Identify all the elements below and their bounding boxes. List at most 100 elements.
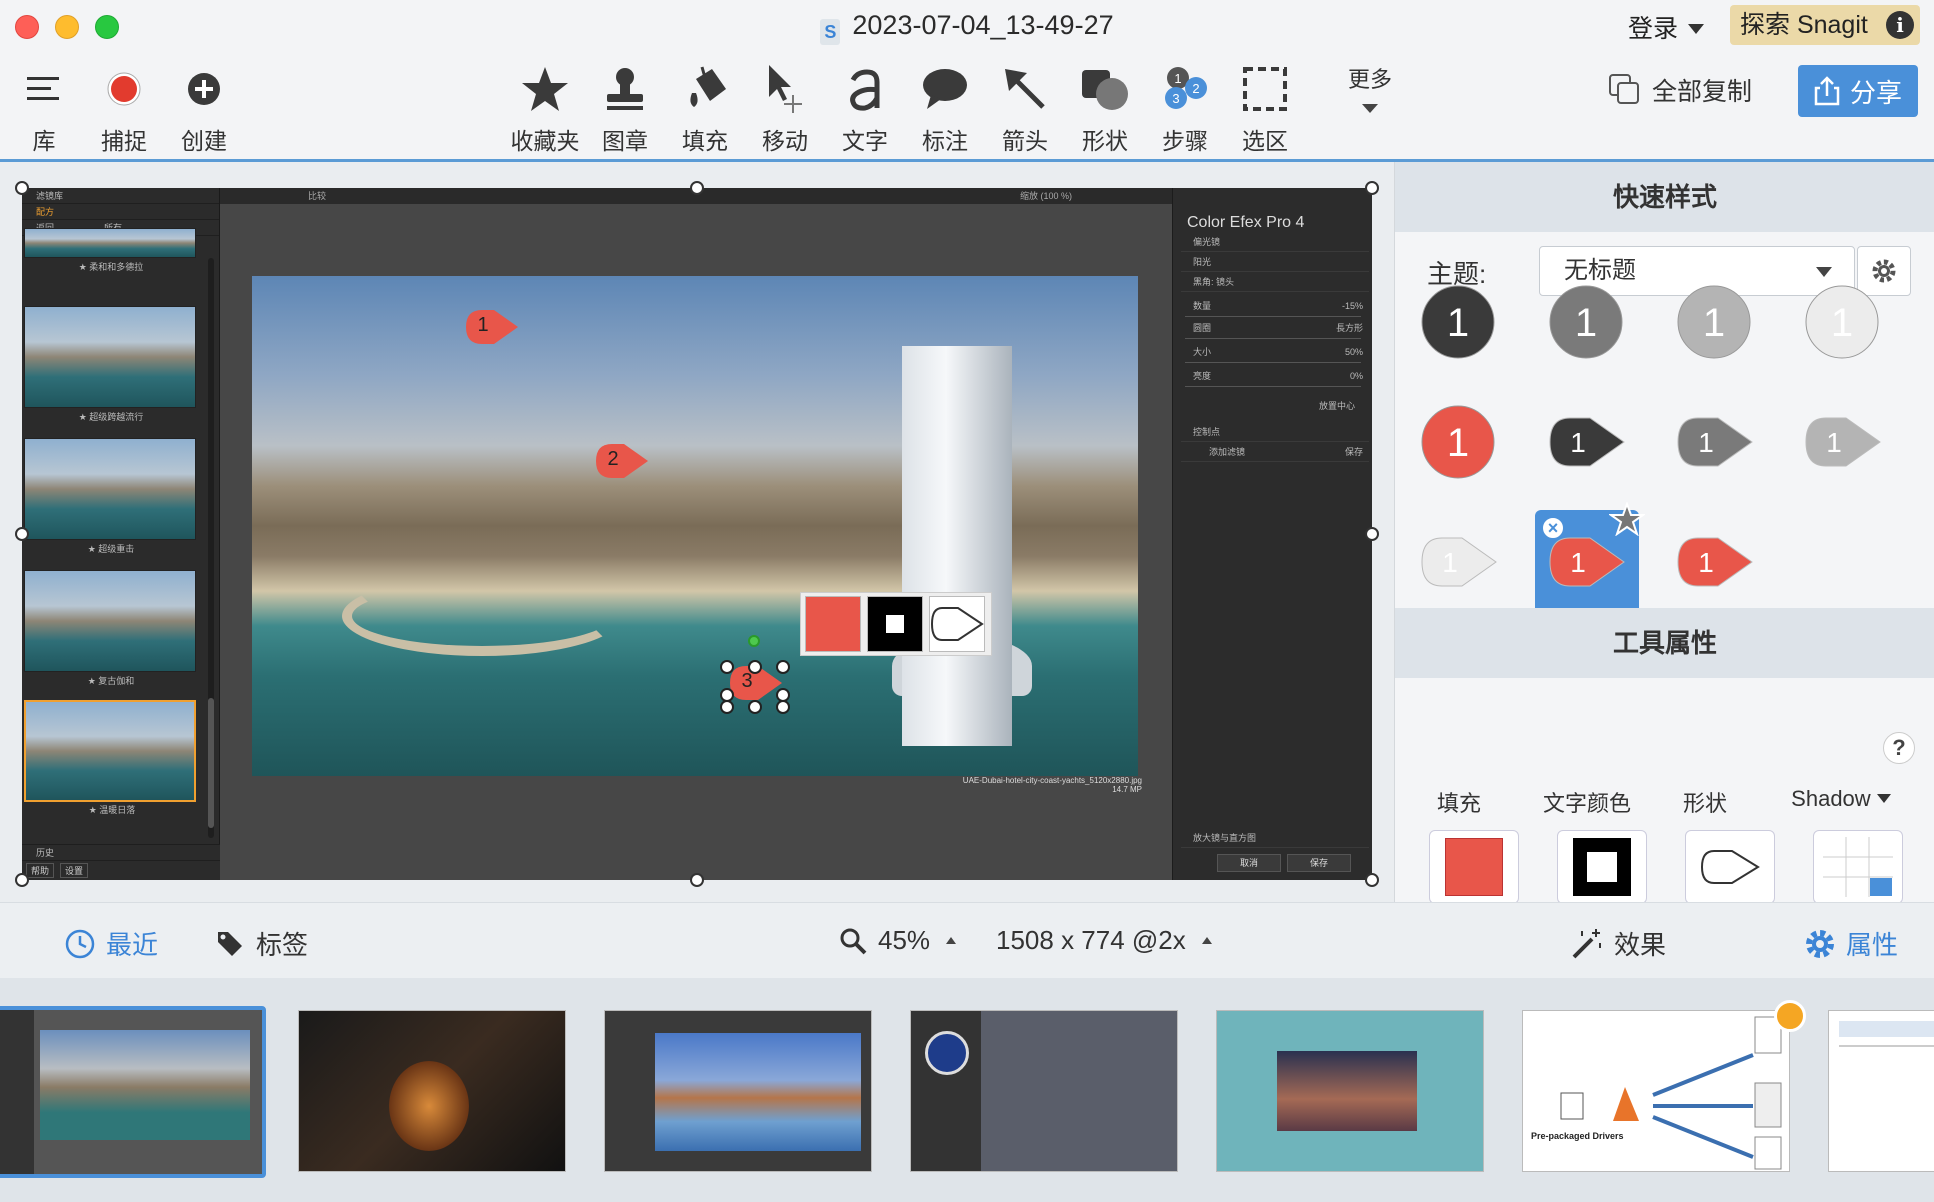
capture-button[interactable]: 捕捉	[84, 58, 164, 156]
filter-thumb-3[interactable]: ★ 超级重击	[24, 438, 196, 554]
editor-canvas[interactable]: 滤镜库 配方 返回所有 ★ 柔和和多德拉 ★ 超级跨越流行 ★ 超级重击 ★ 复…	[0, 162, 1394, 902]
tool-text[interactable]: 文字	[825, 58, 905, 156]
tool-move[interactable]: 移动	[745, 58, 825, 156]
resize-handle[interactable]	[1365, 181, 1379, 195]
resize-handle[interactable]	[15, 181, 29, 195]
slider-amount[interactable]: 数量 -15%	[1181, 296, 1369, 316]
login-menu[interactable]: 登录	[1628, 9, 1705, 45]
step-select-handle[interactable]	[720, 700, 734, 714]
tool-stamp[interactable]: 图章	[585, 58, 665, 156]
tool-fill[interactable]: 填充	[665, 58, 745, 156]
filter-thumb-caption: ★ 柔和和多德拉	[78, 262, 144, 272]
remove-style-icon[interactable]: ×	[1541, 516, 1565, 540]
quick-style-item[interactable]: 1	[1409, 392, 1509, 492]
step-marker-1[interactable]: 1	[464, 308, 518, 346]
library-button[interactable]: 库	[4, 58, 84, 156]
add-filter-button[interactable]: 添加滤镜	[1209, 447, 1245, 457]
control-points-row[interactable]: 控制点	[1181, 422, 1369, 442]
tool-favorites[interactable]: 收藏夹	[505, 58, 585, 156]
quick-style-item[interactable]: 1	[1665, 272, 1765, 372]
prop-shadow-button[interactable]	[1813, 830, 1903, 904]
tray-thumbnail-7[interactable]	[1828, 1010, 1934, 1172]
filter-row-sunlight[interactable]: 阳光	[1181, 252, 1369, 272]
resize-handle[interactable]	[1365, 873, 1379, 887]
help-button[interactable]: 帮助	[26, 863, 55, 878]
place-center-button[interactable]: 放置中心	[1181, 396, 1369, 416]
tool-selection[interactable]: 选区	[1225, 58, 1305, 156]
quick-style-item[interactable]: 1	[1665, 512, 1765, 612]
save-button[interactable]: 保存	[1287, 854, 1351, 872]
favorite-star-icon[interactable]	[1607, 501, 1647, 541]
filter-thumb-5[interactable]: ★ 温暖日落	[24, 700, 196, 815]
recipes-tab[interactable]: 配方	[22, 204, 219, 220]
tray-thumbnail-4[interactable]	[910, 1010, 1178, 1172]
quick-style-item[interactable]: 1	[1537, 392, 1637, 492]
quick-style-item[interactable]: 1	[1537, 272, 1637, 372]
filter-thumb-2[interactable]: ★ 超级跨越流行	[24, 306, 196, 422]
step-select-handle[interactable]	[776, 700, 790, 714]
step-select-handle[interactable]	[748, 700, 762, 714]
step-marker-2[interactable]: 2	[594, 442, 648, 480]
compare-button[interactable]: 比较	[308, 188, 326, 204]
step-select-handle[interactable]	[776, 660, 790, 674]
fill-color-swatch[interactable]	[805, 596, 861, 652]
quick-style-item[interactable]: 1	[1409, 512, 1509, 612]
tray-thumbnail-1[interactable]	[0, 1006, 266, 1178]
settings-button[interactable]: 设置	[60, 863, 89, 878]
filter-thumb-4[interactable]: ★ 复古伽和	[24, 570, 196, 686]
step-select-handle[interactable]	[748, 660, 762, 674]
filter-row-vignette[interactable]: 黑角: 镜头	[1181, 272, 1369, 292]
copy-all-button[interactable]: 全部复制	[1608, 72, 1752, 108]
effects-button[interactable]: 效果	[1570, 925, 1666, 962]
tray-thumbnail-3[interactable]	[604, 1010, 872, 1172]
tool-step[interactable]: 1 3 2 步骤	[1145, 58, 1225, 156]
recent-button[interactable]: 最近	[64, 925, 158, 962]
prop-text-color-button[interactable]	[1557, 830, 1647, 904]
more-tools-button[interactable]: 更多	[1340, 62, 1400, 113]
save-filter-button[interactable]: 保存	[1345, 442, 1369, 462]
slider-brightness[interactable]: 亮度 0%	[1181, 366, 1369, 386]
quick-style-item[interactable]: 1	[1793, 392, 1893, 492]
tags-button[interactable]: 标签	[214, 925, 308, 962]
zoom-control[interactable]: 45%	[838, 925, 957, 956]
quick-style-item[interactable]: 1 ×	[1535, 501, 1647, 614]
quick-style-glyph: 1	[1549, 285, 1623, 359]
tool-arrow[interactable]: 箭头	[985, 58, 1065, 156]
step-select-handle[interactable]	[720, 660, 734, 674]
explore-snagit-button[interactable]: 探索 Snagit i	[1730, 5, 1920, 45]
history-label[interactable]: 历史	[22, 845, 220, 861]
slider-size[interactable]: 大小 50%	[1181, 342, 1369, 362]
quick-style-item[interactable]: 1	[1665, 392, 1765, 492]
quick-style-item[interactable]: 1	[1409, 272, 1509, 372]
create-button[interactable]: 创建	[164, 58, 244, 156]
prop-shape-button[interactable]	[1685, 830, 1775, 904]
loupe-histogram-row[interactable]: 放大镜与直方图	[1181, 828, 1369, 848]
properties-button[interactable]: 属性	[1804, 925, 1898, 962]
resize-handle[interactable]	[690, 873, 704, 887]
resize-handle[interactable]	[690, 181, 704, 195]
captured-screenshot[interactable]: 滤镜库 配方 返回所有 ★ 柔和和多德拉 ★ 超级跨越流行 ★ 超级重击 ★ 复…	[22, 188, 1372, 880]
text-color-swatch[interactable]	[867, 596, 923, 652]
filter-scrollbar[interactable]	[208, 258, 214, 838]
dimensions-control[interactable]: 1508 x 774 @2x	[996, 925, 1212, 956]
filter-thumb-1[interactable]: ★ 柔和和多德拉	[24, 228, 196, 272]
tray-thumbnail-5[interactable]	[1216, 1010, 1484, 1172]
filter-row-polarizer[interactable]: 偏光镜	[1181, 232, 1369, 252]
help-icon[interactable]: ?	[1883, 732, 1915, 764]
tray-thumbnail-2[interactable]	[298, 1010, 566, 1172]
tray-thumbnail-6[interactable]: Pre-packaged Drivers	[1522, 1010, 1790, 1172]
resize-handle[interactable]	[15, 527, 29, 541]
rotate-handle[interactable]	[748, 635, 760, 647]
share-button[interactable]: 分享	[1798, 65, 1918, 117]
quick-style-item[interactable]: 1	[1793, 272, 1893, 372]
tool-shape[interactable]: 形状	[1065, 58, 1145, 156]
cancel-button[interactable]: 取消	[1217, 854, 1281, 872]
shape-swatch[interactable]	[929, 596, 985, 652]
prop-shadow-dropdown[interactable]: Shadow	[1771, 786, 1911, 812]
tool-callout[interactable]: 标注	[905, 58, 985, 156]
zoom-dropdown[interactable]: 缩放 (100 %)	[1020, 188, 1072, 204]
resize-handle[interactable]	[1365, 527, 1379, 541]
resize-handle[interactable]	[15, 873, 29, 887]
prop-fill-button[interactable]	[1429, 830, 1519, 904]
slider-circle[interactable]: 圆圈 長方形	[1181, 318, 1369, 338]
